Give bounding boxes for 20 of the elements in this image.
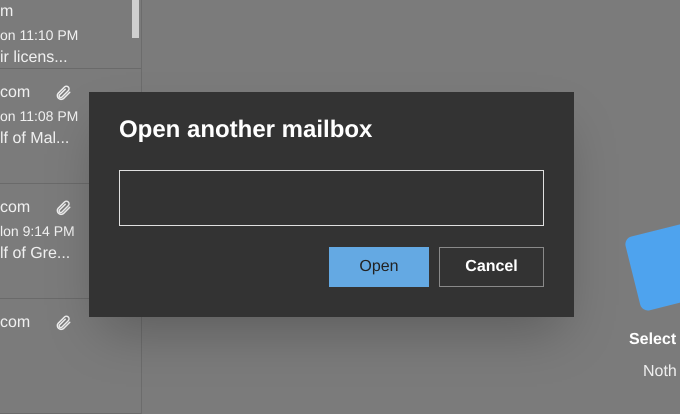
sender-name: com: [0, 313, 30, 333]
message-date: on 11:08 PM: [0, 107, 80, 126]
cancel-button[interactable]: Cancel: [439, 247, 544, 287]
message-preview: ir licens...: [0, 48, 69, 68]
mailbox-input-field[interactable]: [119, 170, 544, 226]
message-preview: lf of Mal...: [0, 129, 70, 149]
sender-name: m: [0, 2, 14, 22]
open-button[interactable]: Open: [329, 247, 429, 287]
message-date: lon 9:14 PM: [0, 222, 76, 241]
paperclip-icon: [54, 314, 72, 332]
empty-state-title: Select: [629, 330, 678, 350]
sender-name: com: [0, 198, 30, 218]
message-preview: lf of Gre...: [0, 244, 72, 264]
paperclip-icon: [54, 84, 72, 102]
paperclip-icon: [54, 199, 72, 217]
dialog-title: Open another mailbox: [119, 115, 374, 145]
sender-name: com: [0, 83, 30, 103]
message-date: on 11:10 PM: [0, 26, 80, 45]
scrollbar-thumb[interactable]: [132, 0, 139, 38]
empty-state-subtitle: Noth: [643, 362, 678, 382]
